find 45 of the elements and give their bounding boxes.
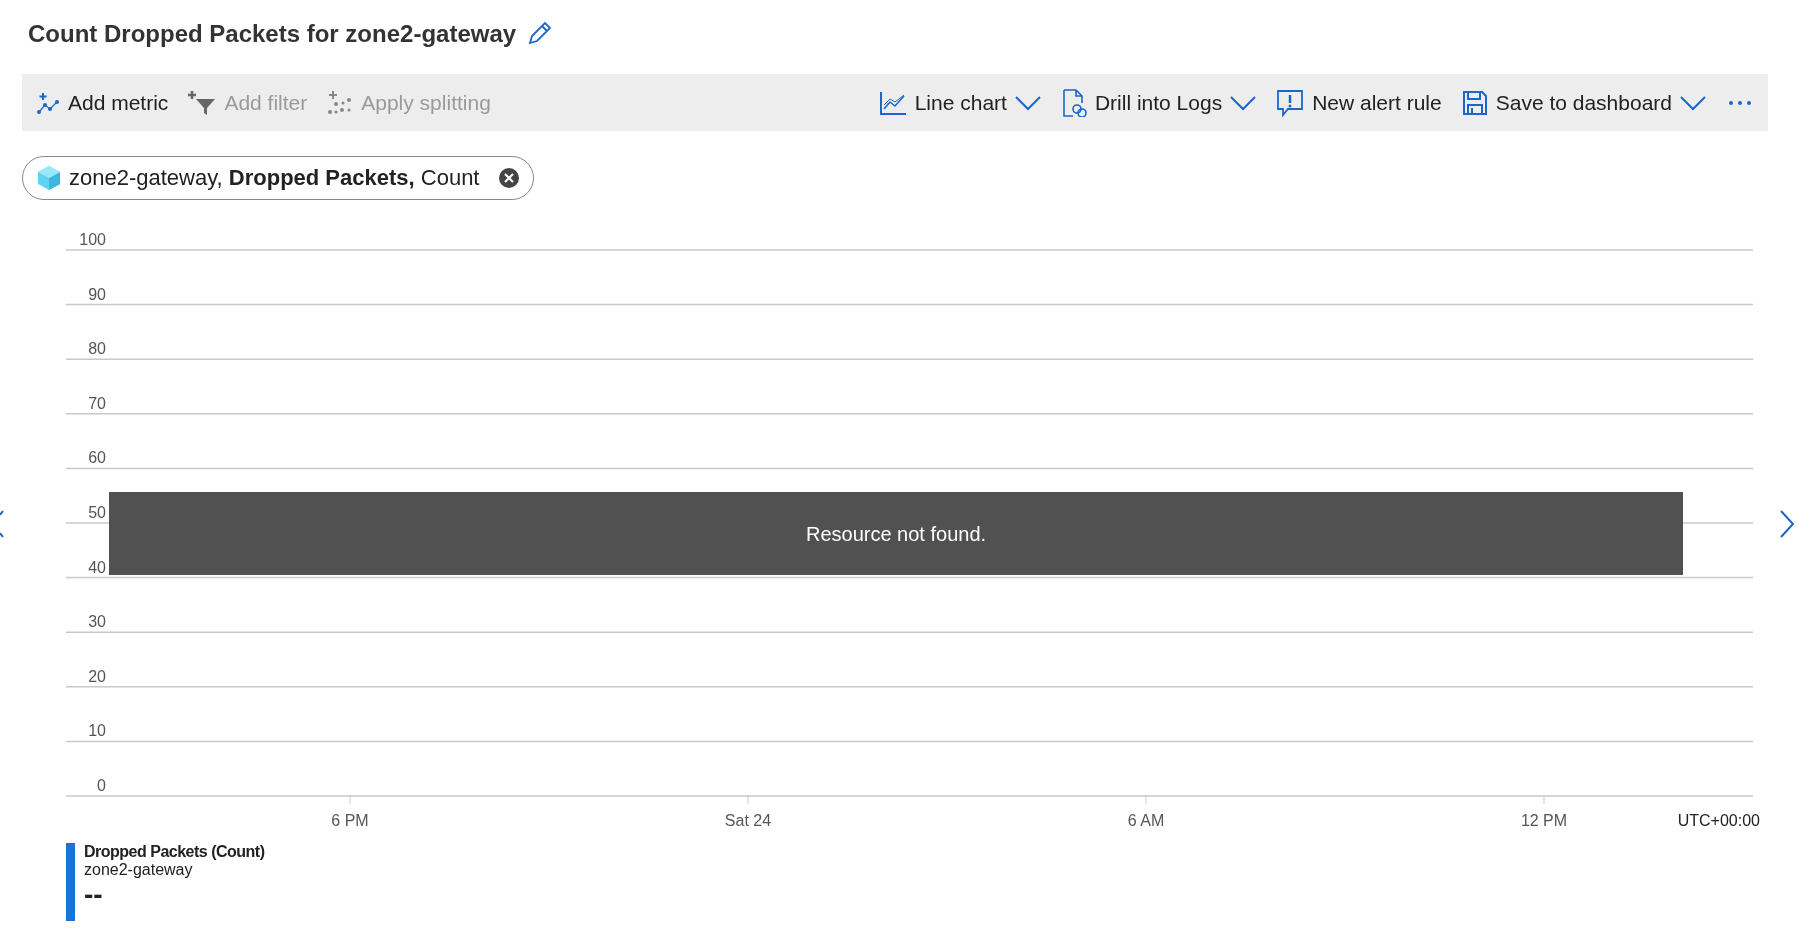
toolbar-button[interactable]: Line chart — [872, 83, 1047, 122]
legend-title: Dropped Packets (Count) — [84, 843, 265, 861]
next-button[interactable] — [1779, 509, 1795, 539]
y-axis-label: 20 — [88, 667, 106, 685]
toolbar-button[interactable]: New alert rule — [1270, 82, 1448, 123]
remove-button[interactable] — [499, 168, 520, 188]
chevron-down-icon — [1230, 94, 1257, 111]
chevron-down-icon — [1680, 94, 1706, 111]
y-axis-label: 80 — [88, 340, 106, 358]
chevron-right-icon — [1779, 509, 1795, 539]
y-axis-label: 0 — [97, 777, 106, 794]
line-chart-icon — [878, 89, 907, 116]
y-axis-label: 90 — [88, 285, 106, 303]
y-axis-label: 50 — [88, 504, 106, 521]
toolbar-button[interactable]: Save to dashboard — [1455, 83, 1712, 122]
page-title: Count Dropped Packets for zone2-gateway — [28, 20, 517, 48]
timezone-label: UTC+00:00 — [1677, 812, 1760, 829]
toolbar-button[interactable]: Drill into Logs — [1054, 82, 1263, 123]
y-axis-label: 60 — [88, 449, 106, 467]
x-axis-label: Sat 24 — [724, 812, 772, 829]
split-dots-icon — [327, 89, 354, 116]
y-axis-label: 100 — [79, 231, 106, 248]
scatter-plus-icon — [36, 90, 60, 115]
toolbar-button[interactable]: Add metric — [30, 84, 175, 121]
document-link-icon — [1060, 88, 1087, 117]
y-axis-label: 10 — [88, 722, 106, 740]
x-axis-label: 6 PM — [331, 812, 369, 829]
alert-bubble-icon — [1276, 88, 1305, 117]
pencil-icon — [526, 21, 553, 47]
x-axis-label: 6 AM — [1127, 812, 1165, 829]
y-axis-label: 70 — [88, 394, 106, 412]
close-icon — [499, 168, 520, 188]
y-axis-label: 30 — [88, 613, 106, 631]
x-axis-label: 12 PM — [1520, 812, 1568, 829]
y-axis-label: 40 — [88, 558, 106, 576]
metric-label: zone2-gateway, Dropped Packets, Count — [69, 165, 480, 191]
chevron-down-icon — [1014, 94, 1041, 111]
ellipsis-icon — [1728, 99, 1752, 106]
legend-value: -- — [84, 881, 104, 909]
chevron-left-icon — [0, 509, 4, 539]
filter-plus-icon — [188, 89, 217, 116]
error-message: Resource not found. — [805, 523, 987, 545]
previous-button[interactable] — [0, 509, 4, 539]
cube-icon — [37, 165, 61, 191]
legend-subtitle: zone2-gateway — [84, 861, 194, 879]
